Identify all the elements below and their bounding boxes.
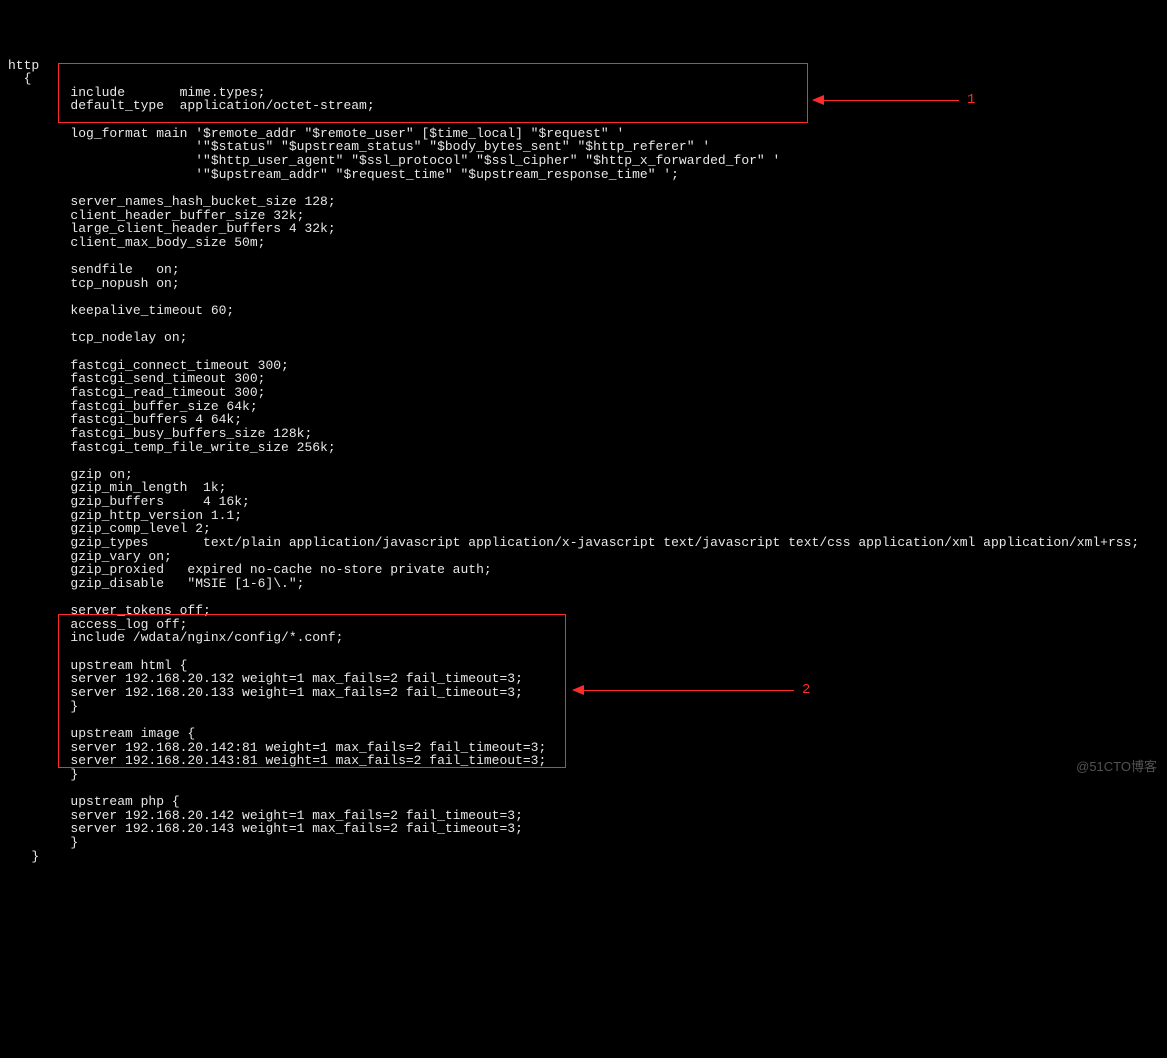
code-block: http { include mime.types; default_type … [0,55,1167,868]
watermark-text: @51CTO博客 [1076,760,1157,774]
